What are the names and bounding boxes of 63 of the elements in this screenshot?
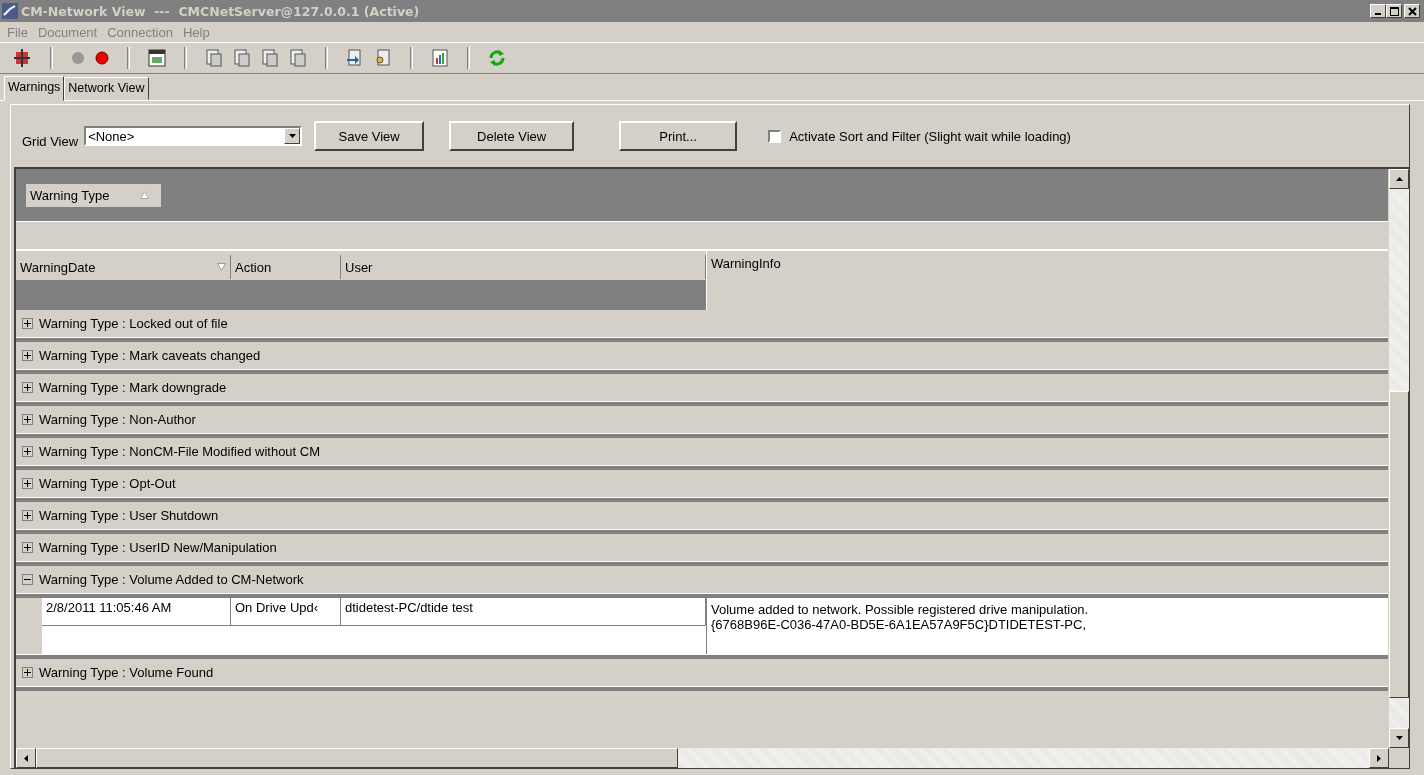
- expand-icon[interactable]: [22, 542, 33, 553]
- save-view-button[interactable]: Save View: [314, 121, 425, 151]
- expand-icon[interactable]: [22, 510, 33, 521]
- group-row[interactable]: Warning Type : NonCM-File Modified without CM: [16, 438, 1388, 465]
- delete-view-button[interactable]: Delete View: [449, 121, 575, 151]
- grid-view-label: Grid View: [22, 133, 79, 149]
- tab[interactable]: Network View: [64, 77, 149, 100]
- horizontal-scrollbar[interactable]: [14, 748, 1389, 768]
- dropdown-arrow-icon: [288, 134, 296, 138]
- print-button[interactable]: Print...: [619, 121, 738, 151]
- vertical-scrollbar[interactable]: [1388, 169, 1409, 748]
- group-row[interactable]: Warning Type : Mark downgrade: [16, 374, 1388, 401]
- tab[interactable]: Warnings: [4, 76, 65, 101]
- table-cell: 2/8/2011 11:05:46 AM: [42, 598, 231, 625]
- record-icon[interactable]: [95, 51, 109, 65]
- expand-icon[interactable]: [22, 667, 33, 678]
- close-icon: [1407, 6, 1417, 16]
- group-row[interactable]: Warning Type : UserID New/Manipulation: [16, 534, 1388, 561]
- group-row[interactable]: Warning Type : Volume Added to CM-Network: [16, 566, 1388, 593]
- up-arrow-icon: [1395, 177, 1403, 181]
- group-row[interactable]: Warning Type : Non-Author: [16, 406, 1388, 433]
- sort-filter-label: Activate Sort and Filter (Slight wait while loading): [789, 128, 1071, 144]
- maximize-icon: [1389, 6, 1399, 16]
- document-key-icon[interactable]: [374, 49, 392, 67]
- sort-descending-icon: [217, 263, 226, 271]
- column-header[interactable]: Action: [231, 255, 341, 279]
- document-icon[interactable]: [205, 49, 223, 67]
- window-icon[interactable]: [148, 49, 166, 67]
- document-icon[interactable]: [233, 49, 251, 67]
- group-row[interactable]: Warning Type : Opt-Out: [16, 470, 1388, 497]
- collapse-icon[interactable]: [22, 574, 33, 585]
- app-icon: [2, 3, 18, 19]
- expand-icon[interactable]: [22, 350, 33, 361]
- expand-icon[interactable]: [22, 446, 33, 457]
- group-row[interactable]: Warning Type : Mark caveats changed: [16, 342, 1388, 369]
- column-header[interactable]: WarningDate: [16, 255, 231, 279]
- sort-filter-checkbox[interactable]: [768, 129, 782, 143]
- down-arrow-icon: [1395, 736, 1403, 740]
- group-row[interactable]: Warning Type : Volume Found: [16, 659, 1388, 686]
- expand-icon[interactable]: [22, 318, 33, 329]
- column-header[interactable]: User: [341, 255, 706, 279]
- table-cell: dtidetest-PC/dtide test: [341, 598, 706, 625]
- close-button[interactable]: [1404, 4, 1420, 18]
- sort-ascending-icon: [139, 191, 149, 199]
- window-title: CM-Network View --- CMCNetServer@127.0.0.1 (Active): [21, 3, 421, 19]
- left-arrow-icon: [24, 754, 28, 762]
- report-icon[interactable]: [431, 49, 449, 67]
- network-icon[interactable]: [12, 48, 32, 68]
- expand-icon[interactable]: [22, 414, 33, 425]
- document-icon[interactable]: [289, 49, 307, 67]
- expand-icon[interactable]: [22, 382, 33, 393]
- dot-icon[interactable]: [71, 51, 85, 65]
- minimize-icon: [1375, 13, 1381, 15]
- expand-icon[interactable]: [22, 478, 33, 489]
- right-arrow-icon: [1377, 754, 1381, 762]
- grid-view-dropdown[interactable]: <None>: [84, 126, 303, 146]
- maximize-button[interactable]: [1386, 4, 1402, 18]
- group-row[interactable]: Warning Type : User Shutdown: [16, 502, 1388, 529]
- table-cell: On Drive Upd‹: [231, 598, 341, 625]
- minimize-button[interactable]: [1370, 4, 1386, 18]
- group-by-column-chip[interactable]: Warning Type: [26, 183, 161, 207]
- document-icon[interactable]: [261, 49, 279, 67]
- group-row[interactable]: Warning Type : Locked out of file: [16, 310, 1388, 337]
